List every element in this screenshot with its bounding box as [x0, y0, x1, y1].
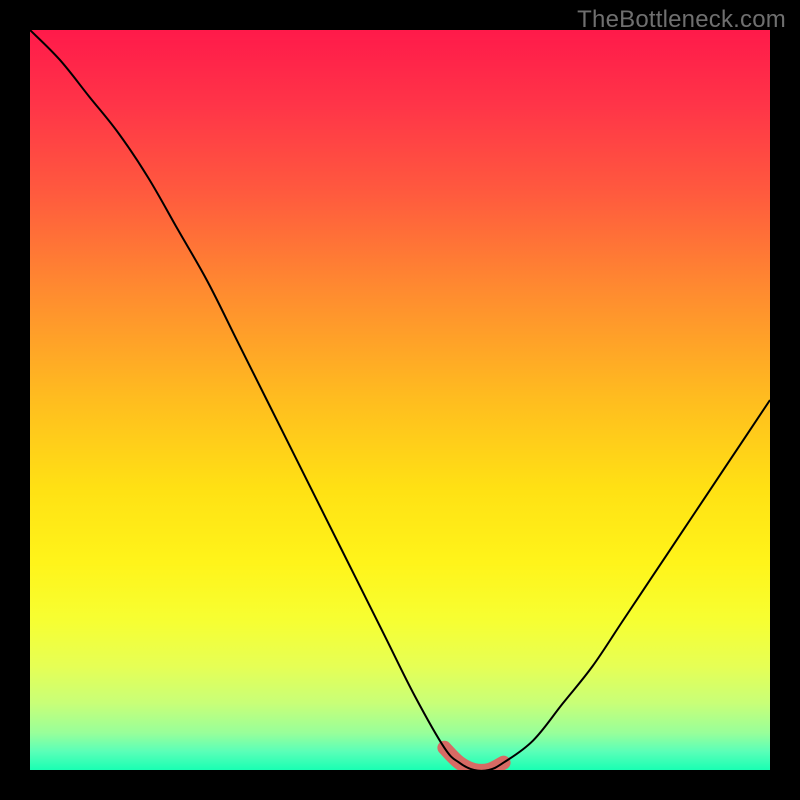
- watermark-text: TheBottleneck.com: [577, 6, 786, 34]
- plot-area: [30, 30, 770, 770]
- gradient-background: [30, 30, 770, 770]
- chart-frame: TheBottleneck.com: [0, 0, 800, 800]
- bottleneck-chart: [30, 30, 770, 770]
